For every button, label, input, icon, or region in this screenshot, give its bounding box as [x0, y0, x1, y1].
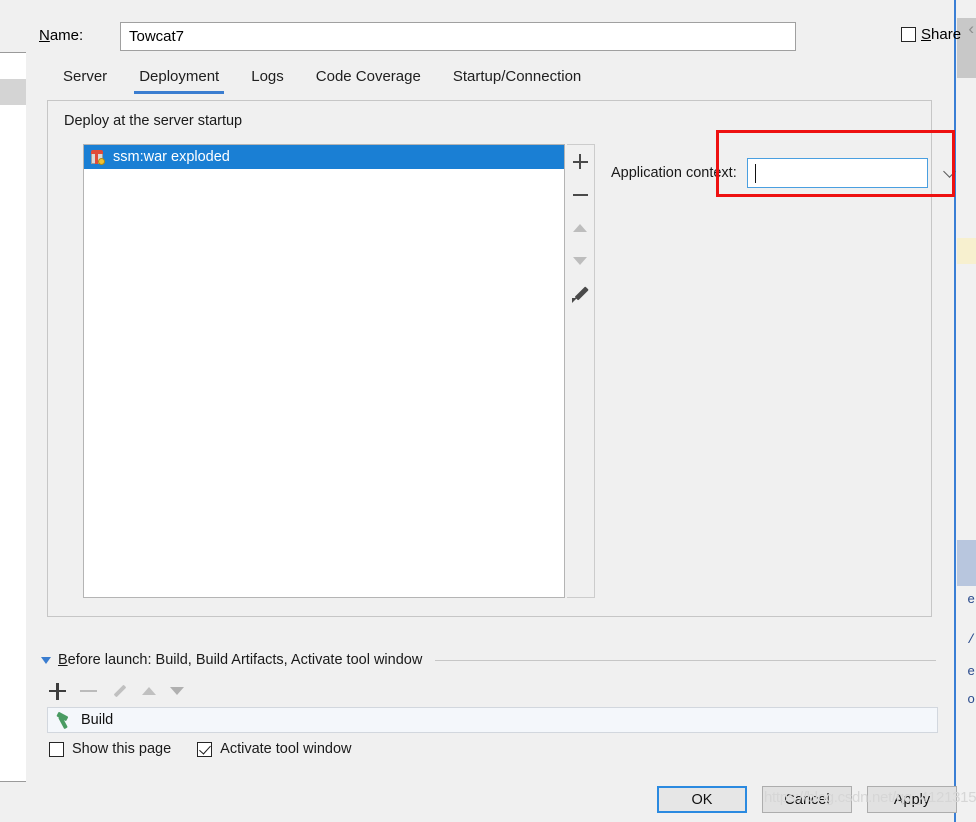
background-text-fragment: e [967, 592, 975, 607]
background-selected-row [957, 540, 976, 586]
apply-button[interactable]: Apply [867, 786, 957, 813]
add-artifact-button[interactable] [567, 145, 593, 178]
hammer-icon [56, 712, 73, 729]
name-input[interactable] [120, 22, 796, 51]
pencil-icon [571, 285, 589, 303]
background-text-fragment: o [967, 692, 975, 707]
add-task-button[interactable] [49, 682, 66, 700]
deployment-list-toolbar [567, 144, 595, 598]
share-label: Share [921, 26, 962, 43]
ok-button[interactable]: OK [657, 786, 747, 813]
tab-startup-connection[interactable]: Startup/Connection [437, 66, 597, 94]
deployment-artifact-list[interactable]: ssm:war exploded [83, 144, 565, 598]
name-row: Name: Share [39, 22, 961, 52]
background-right-panel: ‹ e / e o [951, 0, 976, 822]
deploy-panel-legend: Deploy at the server startup [60, 113, 249, 129]
application-context-label: Application context: [611, 165, 737, 181]
bottom-checkbox-row: Show this page Activate tool window [49, 741, 352, 757]
collapse-triangle-icon[interactable] [41, 656, 51, 664]
move-artifact-down-button[interactable] [567, 244, 593, 277]
tab-logs[interactable]: Logs [235, 66, 300, 94]
edit-task-button[interactable] [111, 683, 128, 700]
tab-code-coverage[interactable]: Code Coverage [300, 66, 437, 94]
name-label: Name: [39, 27, 83, 44]
before-launch-mnemonic: B [58, 652, 68, 668]
cancel-button[interactable]: Cancel [762, 786, 852, 813]
list-item[interactable]: ssm:war exploded [84, 145, 564, 169]
tab-server[interactable]: Server [47, 66, 123, 94]
before-launch-task-row[interactable]: Build [47, 707, 938, 733]
application-context-input[interactable] [747, 159, 945, 187]
plus-icon [572, 154, 588, 169]
background-text-fragment: / [967, 632, 975, 647]
deploy-panel: ssm:war exploded Application context: [47, 100, 956, 617]
minus-icon [572, 187, 588, 202]
list-item-label: ssm:war exploded [113, 149, 230, 165]
name-label-mnemonic: N [39, 27, 50, 44]
move-task-down-button[interactable] [170, 687, 184, 695]
arrow-down-icon [573, 256, 587, 265]
before-launch-task-label: Build [81, 712, 114, 728]
application-context-row: Application context: [611, 158, 956, 188]
combobox-dropdown-button[interactable] [942, 159, 956, 187]
background-text-fragment: e [967, 664, 975, 679]
share-checkbox[interactable] [901, 27, 916, 42]
share-checkbox-row[interactable]: Share [901, 26, 961, 43]
dialog-button-bar: OK Cancel Apply [657, 786, 957, 813]
activate-tool-window-checkbox[interactable] [197, 741, 213, 757]
activate-tool-window-label: Activate tool window [220, 741, 352, 757]
application-context-combobox[interactable] [746, 158, 956, 188]
show-this-page-label: Show this page [72, 741, 172, 757]
before-launch-title: Before launch: Build, Build Artifacts, A… [58, 652, 422, 668]
name-label-rest: ame: [49, 27, 84, 44]
text-caret [754, 164, 757, 183]
before-launch-title-rest: efore launch: Build, Build Artifacts, Ac… [67, 652, 423, 668]
tab-deployment[interactable]: Deployment [123, 66, 235, 94]
share-label-mnemonic: S [921, 26, 932, 43]
background-left-selected-row [0, 79, 26, 105]
tab-bar: Server Deployment Logs Code Coverage Sta… [47, 66, 597, 98]
chevron-left-icon: ‹ [968, 19, 974, 38]
move-artifact-up-button[interactable] [567, 211, 593, 244]
show-this-page-checkbox[interactable] [49, 741, 64, 757]
chevron-down-icon [942, 164, 956, 178]
remove-task-button[interactable] [80, 683, 97, 700]
background-highlight-row [957, 238, 976, 264]
remove-artifact-button[interactable] [567, 178, 593, 211]
artifact-icon [90, 149, 106, 165]
run-debug-configurations-dialog: Name: Share Server Deployment Logs Code … [27, 0, 976, 822]
background-right-accent-line [954, 0, 956, 822]
edit-artifact-button[interactable] [567, 277, 593, 310]
before-launch-toolbar [49, 678, 184, 704]
background-left-panel [0, 52, 27, 782]
header-divider [435, 659, 936, 661]
arrow-up-icon [573, 223, 587, 232]
move-task-up-button[interactable] [142, 687, 156, 695]
before-launch-header[interactable]: Before launch: Build, Build Artifacts, A… [41, 652, 936, 668]
